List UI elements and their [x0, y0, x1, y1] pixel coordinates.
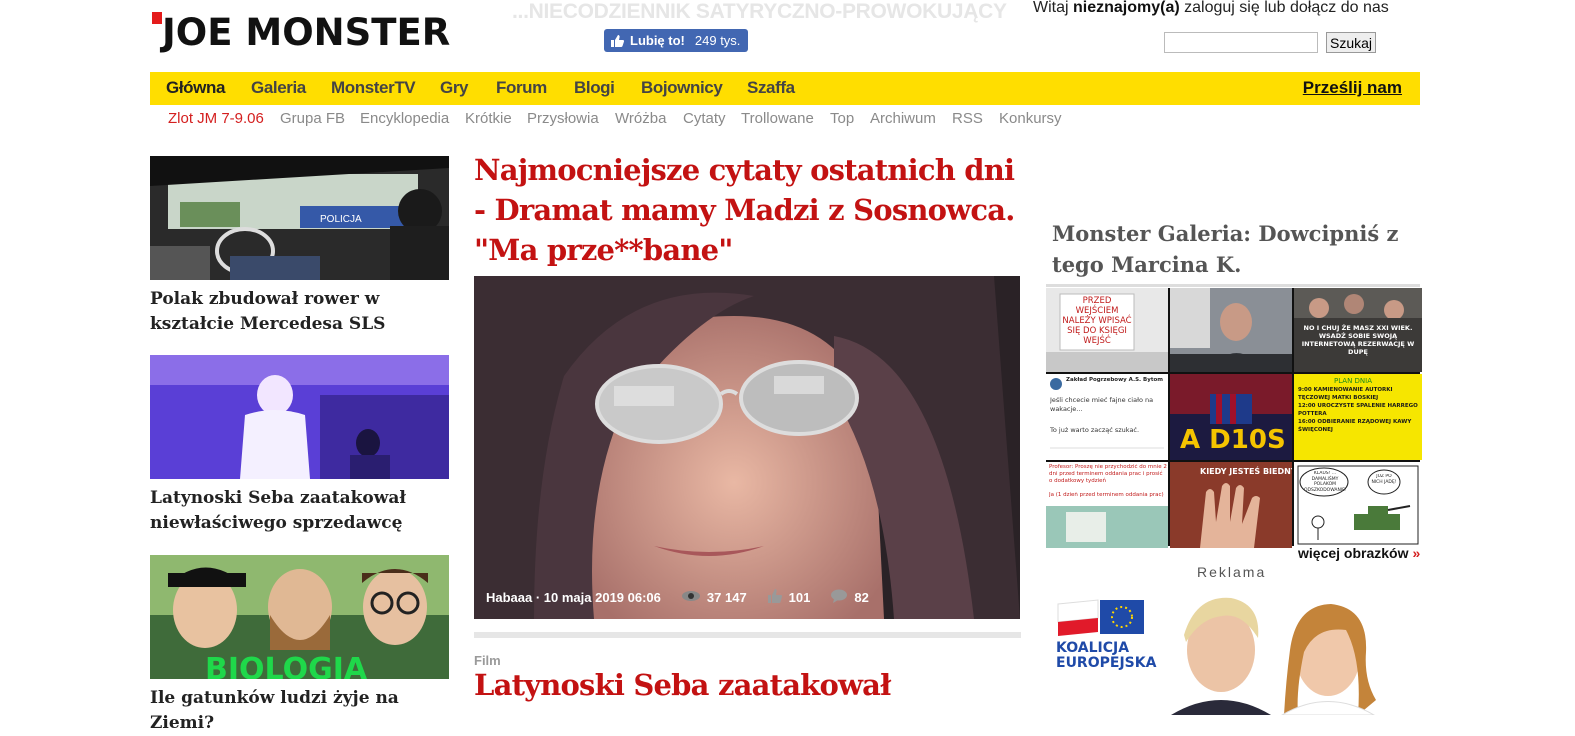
- section-divider: [474, 632, 1021, 638]
- gallery-thumb[interactable]: PRZED WEJŚCIEM NALEŻY WPISAĆ SIĘ DO KSIĘ…: [1046, 288, 1168, 372]
- gallery-thumb[interactable]: KIEDY JESTEŚ BIEDNY: [1170, 462, 1292, 548]
- nav-item-gry[interactable]: Gry: [440, 78, 468, 98]
- article-thumbnail-seba[interactable]: [150, 355, 449, 479]
- subnav-item-zlot[interactable]: Zlot JM 7-9.06: [168, 110, 264, 127]
- gallery-thumb-text: PRZED WEJŚCIEM NALEŻY WPISAĆ SIĘ DO KSIĘ…: [1062, 296, 1132, 346]
- subnav-item-krotkie[interactable]: Krótkie: [465, 110, 512, 127]
- advertisement-banner[interactable]: KOALICJA EUROPEJSKA: [1046, 590, 1420, 715]
- welcome-text: Witaj nieznajomy(a) zaloguj się lub dołą…: [1033, 0, 1389, 17]
- article-thumbnail-biologia[interactable]: BIOLOGIA: [150, 555, 449, 679]
- welcome-username: nieznajomy(a): [1073, 0, 1180, 16]
- nav-item-szaffa[interactable]: Szaffa: [747, 78, 795, 98]
- left-article-title[interactable]: Polak zbudował rower w kształcie Mercede…: [150, 287, 460, 337]
- gallery-thumb[interactable]: PLAN DNIA 9:00 KAMIENOWANIE AUTORKI TĘCZ…: [1294, 374, 1422, 460]
- subnav-item-przyslowia[interactable]: Przysłowia: [527, 110, 599, 127]
- gallery-title[interactable]: Monster Galeria: Dowcipniś z tego Marcin…: [1052, 218, 1422, 280]
- gallery-thumb-text: To już warto zacząć szukać.: [1050, 426, 1140, 434]
- nav-item-forum[interactable]: Forum: [496, 78, 547, 98]
- gallery-thumb-text: NO I CHUJ ŻE MASZ XXI WIEK. WSADŹ SOBIE …: [1301, 324, 1415, 356]
- gallery-thumb-text: 9:00 KAMIENOWANIE AUTORKI TĘCZOWEJ MATKI…: [1298, 387, 1393, 401]
- search-input[interactable]: [1164, 32, 1318, 53]
- fb-like-label: Lubię to!: [630, 33, 685, 48]
- gallery-thumb[interactable]: KLAUS! ... DAMALIŚMY POLAKOM ODSZKODOWAN…: [1294, 462, 1422, 548]
- second-article-title[interactable]: Latynoski Seba zaatakował: [474, 668, 891, 702]
- search-button[interactable]: Szukaj: [1326, 32, 1377, 53]
- gallery-thumb[interactable]: A D10S: [1170, 374, 1292, 460]
- gallery-thumb-text: KLAUS! ... DAMALIŚMY POLAKOM ODSZKODOWAN…: [1304, 471, 1346, 493]
- send-to-us-link[interactable]: Prześlij nam: [1303, 78, 1402, 98]
- left-article-title[interactable]: Latynoski Seba zaatakował niewłaściwego …: [150, 486, 460, 536]
- fb-like-button[interactable]: Lubię to! 249 tys.: [604, 29, 749, 52]
- gallery-thumb[interactable]: NO I CHUJ ŻE MASZ XXI WIEK. WSADŹ SOBIE …: [1294, 288, 1422, 372]
- gallery-thumb-text: JUŻ PO NICH JADĘ!: [1371, 474, 1397, 485]
- article-thumbnail-car[interactable]: POLICJA: [150, 156, 449, 280]
- comment-icon: [830, 589, 848, 606]
- login-link[interactable]: zaloguj się lub dołącz do nas: [1184, 0, 1389, 16]
- gallery-thumb-text: Ja (1 dzień przed terminem oddania prac): [1049, 492, 1164, 498]
- gallery-thumb-text: A D10S: [1180, 425, 1286, 455]
- main-article-image[interactable]: Habaaa · 10 maja 2019 06:06 37 147 101 8…: [474, 276, 1020, 619]
- gallery-thumb[interactable]: [1170, 288, 1292, 372]
- gallery-thumb-text: KIEDY JESTEŚ BIEDNY: [1200, 465, 1292, 476]
- subnav-item-archiwum[interactable]: Archiwum: [870, 110, 936, 127]
- logo-text: JOE MONSTER: [162, 11, 451, 54]
- ad-brand-line1: KOALICJA: [1056, 640, 1129, 656]
- gallery-thumb-text: Profesor: Proszę nie przychodzić do mnie…: [1049, 464, 1167, 484]
- fb-like-count: 249 tys.: [694, 33, 741, 48]
- article-meta: Habaaa · 10 maja 2019 06:06 37 147 101 8…: [486, 588, 869, 607]
- gallery-grid: PRZED WEJŚCIEM NALEŻY WPISAĆ SIĘ DO KSIĘ…: [1046, 288, 1422, 548]
- more-arrow-icon: »: [1412, 545, 1421, 561]
- gallery-thumb[interactable]: Profesor: Proszę nie przychodzić do mnie…: [1046, 462, 1168, 548]
- nav-item-glowna[interactable]: Główna: [166, 78, 225, 98]
- nav-item-bojownicy[interactable]: Bojownicy: [641, 78, 723, 98]
- police-car-text: POLICJA: [320, 214, 362, 225]
- likes-count: 101: [788, 590, 811, 605]
- gallery-thumb-text: 16:00 ODBIERANIE RZĄDOWEJ KAWY ŚWIĘCONEJ: [1298, 419, 1412, 433]
- more-images-label: więcej obrazków: [1298, 545, 1409, 561]
- subnav-item-rss[interactable]: RSS: [952, 110, 983, 127]
- biologia-text: BIOLOGIA: [205, 652, 368, 679]
- views-count: 37 147: [706, 590, 747, 605]
- welcome-prefix: Witaj: [1033, 0, 1069, 16]
- subnav-item-grupa-fb[interactable]: Grupa FB: [280, 110, 345, 127]
- article-category[interactable]: Film: [474, 653, 501, 668]
- left-article-title[interactable]: Ile gatunków ludzi żyje na Ziemi?: [150, 686, 460, 736]
- gallery-thumb-text: PLAN DNIA: [1334, 377, 1372, 385]
- ad-brand-line2: EUROPEJSKA: [1056, 655, 1157, 671]
- article-author-date: Habaaa · 10 maja 2019 06:06: [486, 590, 661, 605]
- subnav-item-cytaty[interactable]: Cytaty: [683, 110, 726, 127]
- subnav-item-encyklopedia[interactable]: Encyklopedia: [360, 110, 449, 127]
- ad-label: Reklama: [1197, 564, 1267, 580]
- subnav-item-konkursy[interactable]: Konkursy: [999, 110, 1062, 127]
- gallery-divider: [1046, 284, 1420, 287]
- subnav-item-trollowane[interactable]: Trollowane: [741, 110, 814, 127]
- nav-item-monstertv[interactable]: MonsterTV: [331, 78, 416, 98]
- main-article-title[interactable]: Najmocniejsze cytaty ostatnich dni - Dra…: [474, 150, 1034, 270]
- thumbs-up-icon: [767, 588, 783, 607]
- nav-item-galeria[interactable]: Galeria: [251, 78, 306, 98]
- gallery-thumb-text: 12:00 UROCZYSTE SPALENIE HARREGO POTTERA: [1298, 403, 1418, 417]
- subnav-item-top[interactable]: Top: [830, 110, 854, 127]
- site-tagline: ...NIECODZIENNIK SATYRYCZNO-PROWOKUJĄCY: [512, 0, 1007, 23]
- gallery-thumb-text: Zakład Pogrzebowy A.S. Bytom: [1066, 377, 1163, 383]
- nav-item-blogi[interactable]: Blogi: [574, 78, 615, 98]
- main-nav: Główna Galeria MonsterTV Gry Forum Blogi…: [150, 72, 1420, 105]
- comments-count: 82: [854, 590, 869, 605]
- gallery-thumb-text: Jeśli chcecie mieć fajne ciało na wakacj…: [1050, 396, 1154, 413]
- thumbs-up-icon: [610, 34, 624, 48]
- eye-icon: [681, 590, 701, 605]
- logo-red-mark: [152, 12, 162, 24]
- subnav-item-wrozba[interactable]: Wróżba: [615, 110, 666, 127]
- more-images-link[interactable]: więcej obrazków»: [1298, 545, 1420, 561]
- gallery-thumb[interactable]: Zakład Pogrzebowy A.S. Bytom Jeśli chcec…: [1046, 374, 1168, 460]
